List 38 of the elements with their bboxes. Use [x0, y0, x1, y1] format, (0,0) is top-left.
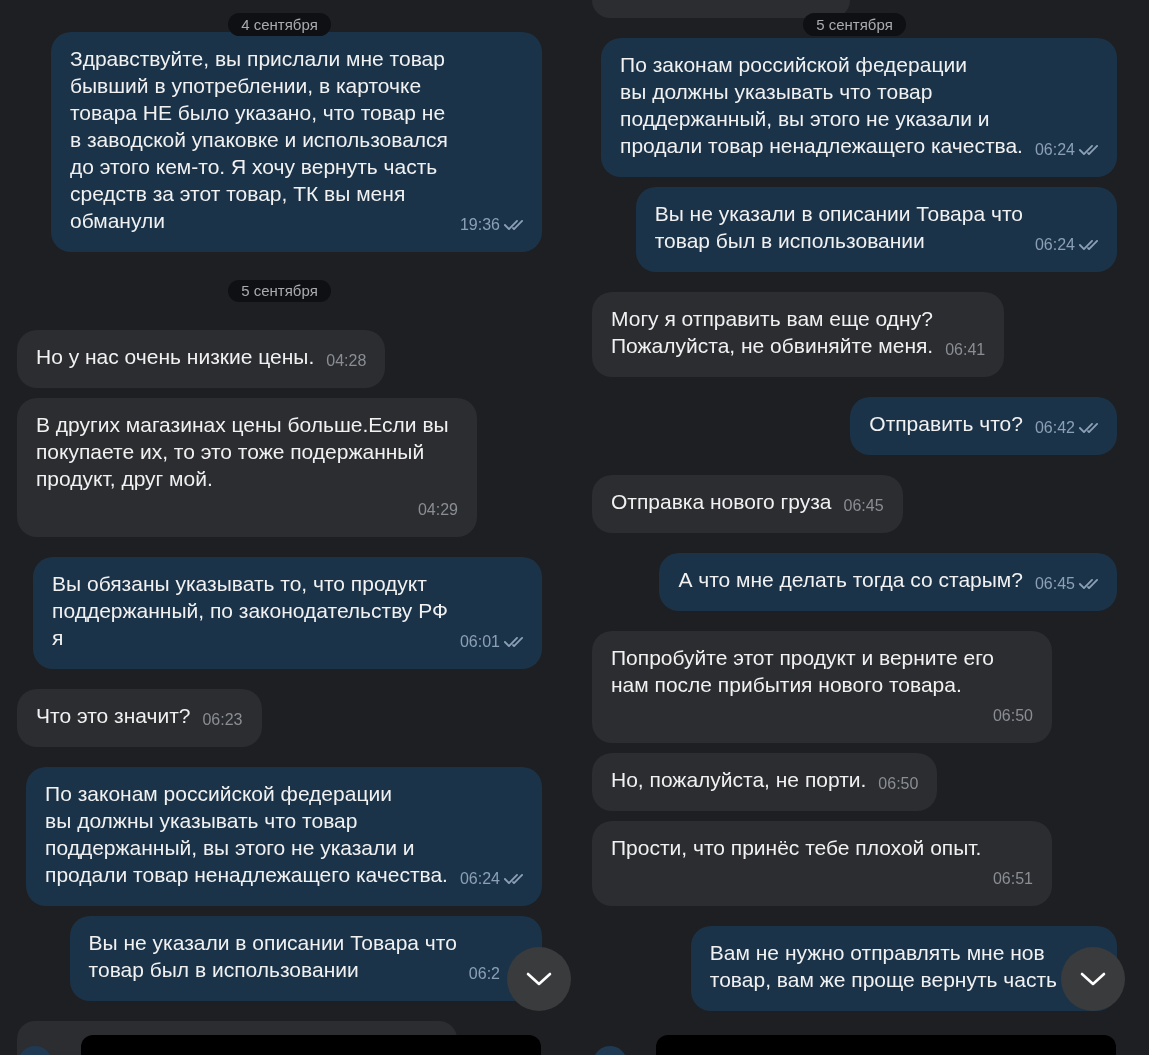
message-time: 06:23: [202, 710, 243, 730]
message-time: 06:41: [945, 340, 986, 360]
message-text: Что это значит?: [36, 703, 191, 729]
chevron-down-icon: [1080, 972, 1106, 986]
message-text: Попробуйте этот продукт и верните его нам после прибытия нового товара.: [611, 645, 995, 698]
message-text: По законам российской федерации вы должны указывать что товар поддержанный, вы этого не указали и продали товар ненадлежащего качества.: [45, 781, 448, 888]
message-text: Но, пожалуйста, не порти.: [611, 767, 867, 793]
message-text: Отправить что?: [869, 411, 1023, 437]
chevron-down-icon: [526, 972, 552, 986]
message-time: 06:51: [992, 869, 1033, 889]
message-time: 06:45: [843, 496, 884, 516]
message-text: Вы обязаны указывать то, что продукт поддержанный, по законодательству РФ я: [52, 571, 448, 651]
message-text: По законам российской федерации вы должны указывать что товар поддержанный, вы этого не указали и продали товар ненадлежащего качества.: [620, 52, 1023, 159]
message-text: Но у нас очень низкие цены.: [36, 344, 315, 370]
message-text: Отправка нового груза: [611, 489, 832, 515]
date-label: 5 сентября: [803, 13, 906, 36]
message-time: 06:50: [992, 706, 1033, 726]
message-time: 06:24: [1034, 235, 1075, 255]
message-text: В других магазинах цены больше.Если вы покупаете их, то это тоже подержанный продукт, друг мой.: [36, 412, 449, 492]
message-time: 06:24: [459, 869, 500, 889]
message-time: 06:42: [1034, 418, 1075, 438]
message-text: Прости, что принёс тебе плохой опыт.: [611, 835, 982, 861]
message-time: 06:24: [1034, 140, 1075, 160]
message-text: А что мне делать тогда со старым?: [678, 567, 1023, 593]
message-text: Вы не указали в описании Товара что товар был в использовании: [88, 930, 457, 983]
message-time: 19:36: [459, 215, 500, 235]
message-time: 04:29: [417, 500, 458, 520]
message-time: 06:01: [459, 632, 500, 652]
date-label: 4 сентября: [228, 13, 331, 36]
message-text: Могу я отправить вам еще одну? Пожалуйста, не обвиняйте меня.: [611, 306, 934, 359]
message-text: Здравствуйте, вы прислали мне товар бывший в употреблении, в карточке товара НЕ было указано, что товар не в заводской упаковке и использовался до этого кем-то. Я хочу вернуть часть средств за этот товар, ТК вы меня обманули: [69, 46, 448, 234]
message-text: Вам не нужно отправлять мне нов товар, вам же проще вернуть часть: [709, 940, 1057, 993]
message-text: Вы не указали в описании Товара что товар был в использовании: [654, 201, 1023, 254]
message-time: 06:50: [878, 774, 919, 794]
message-time: 06:2: [468, 964, 500, 984]
message-time: 04:28: [326, 351, 367, 371]
date-label: 5 сентября: [228, 280, 331, 302]
message-time: 06:45: [1034, 574, 1075, 594]
